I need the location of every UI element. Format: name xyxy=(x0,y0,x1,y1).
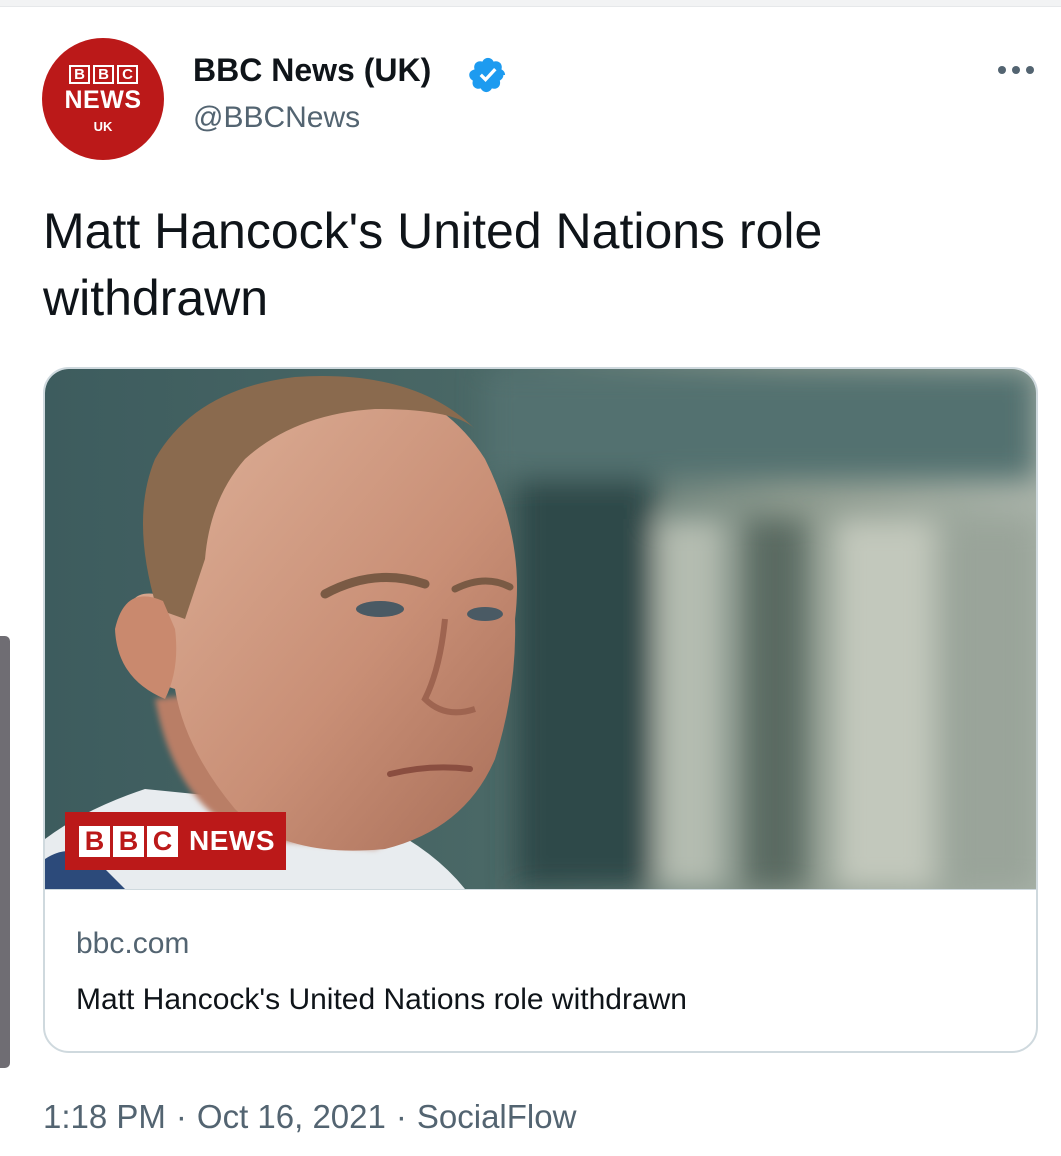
tweet-date[interactable]: Oct 16, 2021 xyxy=(197,1098,386,1135)
link-card[interactable]: B B C NEWS bbc.com Matt Hancock's United… xyxy=(43,367,1038,1053)
user-handle[interactable]: @BBCNews xyxy=(193,101,360,135)
meta-separator: · xyxy=(175,1098,187,1135)
tweet-time[interactable]: 1:18 PM xyxy=(43,1098,166,1135)
badge-block: B xyxy=(79,825,110,857)
more-dots-icon[interactable] xyxy=(996,56,1036,84)
card-image[interactable]: B B C NEWS xyxy=(45,369,1036,890)
tweet-source[interactable]: SocialFlow xyxy=(417,1098,577,1135)
avatar-block: B xyxy=(69,65,90,84)
tweet-text: Matt Hancock's United Nations role withd… xyxy=(43,203,823,326)
badge-block: C xyxy=(147,825,178,857)
card-domain: bbc.com xyxy=(76,927,190,960)
avatar-news-text: NEWS xyxy=(64,86,142,114)
meta-separator: · xyxy=(395,1098,407,1135)
badge-block: B xyxy=(113,825,144,857)
top-divider xyxy=(0,0,1061,7)
avatar-bbc-blocks: B B C xyxy=(69,65,138,84)
badge-news-text: NEWS xyxy=(189,825,275,856)
news-photo xyxy=(45,369,1036,889)
bbc-news-logo-badge: B B C NEWS xyxy=(65,812,286,870)
avatar-uk-text: UK xyxy=(93,119,113,134)
avatar-block: C xyxy=(117,65,138,84)
tweet-meta: 1:18 PM · Oct 16, 2021 · SocialFlow xyxy=(43,1098,576,1136)
side-scroll-handle[interactable] xyxy=(0,636,10,1068)
avatar[interactable]: B B C NEWS UK xyxy=(42,38,164,160)
avatar-block: B xyxy=(93,65,114,84)
display-name[interactable]: BBC News (UK) xyxy=(193,52,431,89)
verified-badge-icon xyxy=(469,57,506,93)
card-title: Matt Hancock's United Nations role withd… xyxy=(76,983,687,1016)
